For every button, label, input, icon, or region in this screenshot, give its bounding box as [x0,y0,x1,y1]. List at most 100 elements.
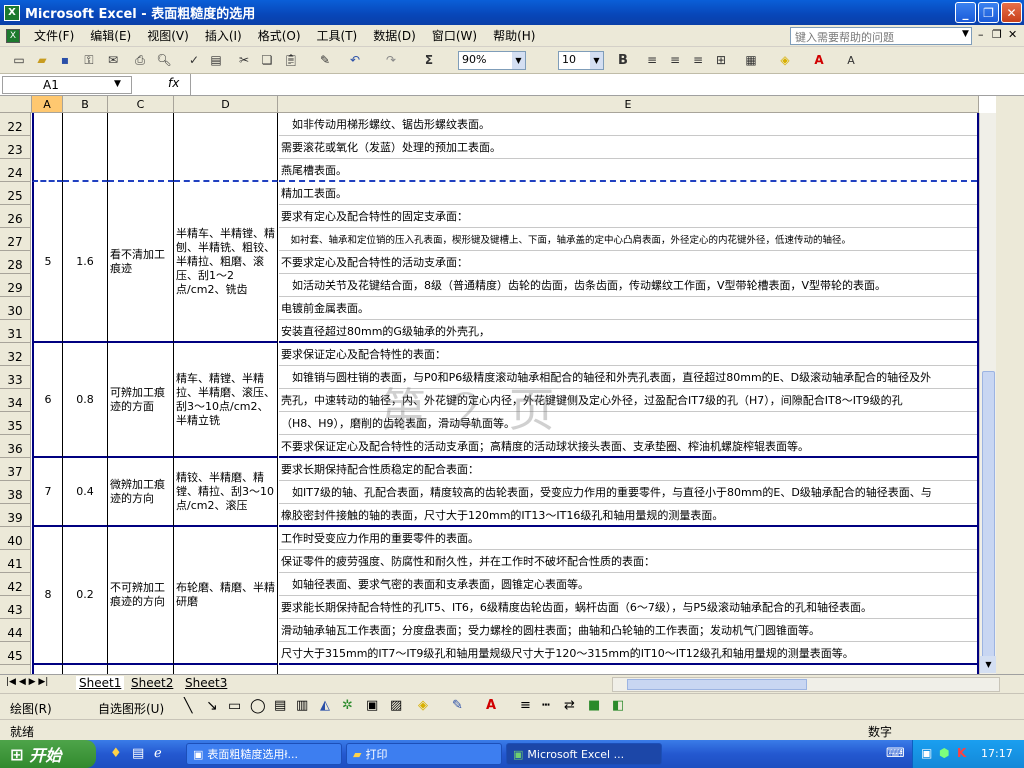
horizontal-scrollbar[interactable] [612,677,1000,692]
cell-d[interactable]: 半精车、半精镗、精刨、半精铣、粗铰、半精拉、粗磨、滚压、刮1～2点/cm2、铣齿 [174,182,278,343]
scroll-down-icon[interactable]: ▼ [980,656,997,673]
research-icon[interactable]: ▤ [207,51,225,69]
cell-e[interactable]: 要求能长期保持配合特性的孔IT5、IT6，6级精度齿轮齿面，蜗杆齿面（6～7级）… [279,596,977,619]
name-box[interactable]: A1 [2,76,132,94]
menu-data[interactable]: 数据(D) [365,27,424,44]
cell-e[interactable]: 要求有定心及配合特性的固定支承面： [279,205,977,228]
oval-icon[interactable]: ◯ [250,698,266,714]
font-grow-icon[interactable]: A [842,51,860,69]
vertical-textbox-icon[interactable]: ▥ [296,698,308,713]
row-header[interactable]: 38 [0,481,31,504]
row-header[interactable]: 30 [0,297,31,320]
copy-icon[interactable]: ❏ [258,51,276,69]
email-icon[interactable]: ✉ [104,51,122,69]
cell-e[interactable]: 需要滚花或氧化（发蓝）处理的预加工表面。 [279,136,977,159]
row-header[interactable]: 43 [0,596,31,619]
sheet-tab-1[interactable]: Sheet1 [76,676,125,690]
row-header[interactable]: 34 [0,389,31,412]
row-header[interactable]: 33 [0,366,31,389]
antivirus-icon[interactable]: K [957,746,966,760]
column-header-a[interactable]: A [32,96,63,113]
menu-file[interactable]: 文件(F) [26,27,82,44]
column-header-d[interactable]: D [174,96,278,113]
shadow-icon[interactable]: ■ [588,698,600,713]
cell-e[interactable]: 要求保证定心及配合特性的表面： [279,343,977,366]
font-color-icon[interactable]: A [810,51,828,69]
task-print-folder[interactable]: ▰ 打印 [346,743,502,765]
row-header[interactable]: 35 [0,412,31,435]
cell-e[interactable]: 精加工表面。 [279,182,977,205]
format-painter-icon[interactable]: ✎ [316,51,334,69]
cell-e[interactable]: 如衬套、轴承和定位销的压入孔表面，楔形键及键槽上、下面，轴承盖的定中心凸肩表面，… [279,228,977,251]
cell-c[interactable] [108,113,174,182]
cell-a[interactable]: 5 [32,182,63,343]
menu-help[interactable]: 帮助(H) [485,27,543,44]
merge-center-icon[interactable]: ⊞ [712,51,730,69]
close-button[interactable]: ✕ [1001,2,1022,23]
font-color-icon[interactable]: A [486,698,496,713]
vertical-scroll-thumb[interactable] [982,371,995,671]
row-header[interactable]: 24 [0,159,31,182]
cell-e[interactable]: 如活动关节及花键结合面，8级（普通精度）齿轮的齿面，齿条齿面，传动螺纹工作面，V… [279,274,977,297]
row-header[interactable]: 40 [0,527,31,550]
new-icon[interactable]: ▭ [10,51,28,69]
quicklaunch-doc-icon[interactable]: ▤ [132,746,144,761]
menu-format[interactable]: 格式(O) [250,27,309,44]
rectangle-icon[interactable]: ▭ [228,698,241,714]
cell-c[interactable]: 微辨加工痕迹的方向 [108,458,174,527]
quicklaunch-ie-icon[interactable]: ℯ [154,746,162,761]
row-header[interactable]: 46 [0,665,31,674]
borders-icon[interactable]: ▦ [742,51,760,69]
menu-edit[interactable]: 编辑(E) [82,27,139,44]
minimize-button[interactable]: _ [955,2,976,23]
draw-menu[interactable]: 绘图(R) [10,700,52,717]
cell-e[interactable]: 燕尾槽表面。 [279,159,977,182]
cell-b[interactable]: 1.6 [63,182,108,343]
help-search-input[interactable]: 键入需要帮助的问题 [790,27,972,45]
doc-close-button[interactable]: ✕ [1008,28,1017,41]
cell-a[interactable] [32,113,63,182]
column-header-c[interactable]: C [108,96,174,113]
column-header-e[interactable]: E [278,96,979,113]
textbox-icon[interactable]: ▤ [274,698,286,713]
menu-view[interactable]: 视图(V) [139,27,197,44]
network-icon[interactable]: ▣ [921,746,932,760]
sheet-tab-3[interactable]: Sheet3 [182,676,230,690]
cell-e[interactable]: 要求长期保持配合性质稳定的配合表面： [279,458,977,481]
zoom-select[interactable]: 90% ▼ [458,51,526,70]
bold-button[interactable]: B [614,51,632,69]
task-excel[interactable]: ▣ Microsoft Excel ... [506,743,662,765]
row-header[interactable]: 45 [0,642,31,665]
document-icon[interactable]: X [0,28,26,43]
paste-icon[interactable]: 📋︎ [282,51,300,69]
task-document[interactable]: ▣ 表面粗糙度选用ł... [186,743,342,765]
security-icon[interactable]: ⬢ [939,746,949,760]
open-icon[interactable]: ▰ [33,51,51,69]
cell-a[interactable]: 8 [32,527,63,665]
autoshape-menu[interactable]: 自选图形(U) [98,700,164,717]
cell-e[interactable] [279,665,977,674]
picture-icon[interactable]: ▨ [390,698,402,713]
row-header[interactable]: 26 [0,205,31,228]
spelling-icon[interactable]: ✓ [185,51,203,69]
row-header[interactable]: 31 [0,320,31,343]
cell-e[interactable]: 安装直径超过80mm的G级轴承的外壳孔， [279,320,977,343]
align-center-icon[interactable]: ≡ [666,51,684,69]
clipart-icon[interactable]: ▣ [366,698,378,713]
cell-b[interactable]: 0.8 [63,343,108,458]
cell-b[interactable]: 0.2 [63,527,108,665]
3d-icon[interactable]: ◧ [612,698,624,713]
cell-d[interactable] [174,665,278,674]
print-preview-icon[interactable]: 🔍︎ [155,51,173,69]
cell-e[interactable]: 如IT7级的轴、孔配合表面，精度较高的齿轮表面，受变应力作用的重要零件，与直径小… [279,481,977,504]
cell-b[interactable] [63,113,108,182]
keyboard-icon[interactable]: ⌨ [886,746,905,761]
cell-d[interactable] [174,113,278,182]
align-left-icon[interactable]: ≡ [643,51,661,69]
arrow-style-icon[interactable]: ⇄ [564,698,575,713]
restore-button[interactable]: ❐ [978,2,999,23]
cell-e[interactable]: 橡胶密封件接触的轴的表面，尺寸大于120mm的IT13～IT16级孔和轴用量规的… [279,504,977,527]
row-header[interactable]: 44 [0,619,31,642]
autosum-icon[interactable]: Σ [420,51,438,69]
line-icon[interactable]: ╲ [184,698,192,714]
